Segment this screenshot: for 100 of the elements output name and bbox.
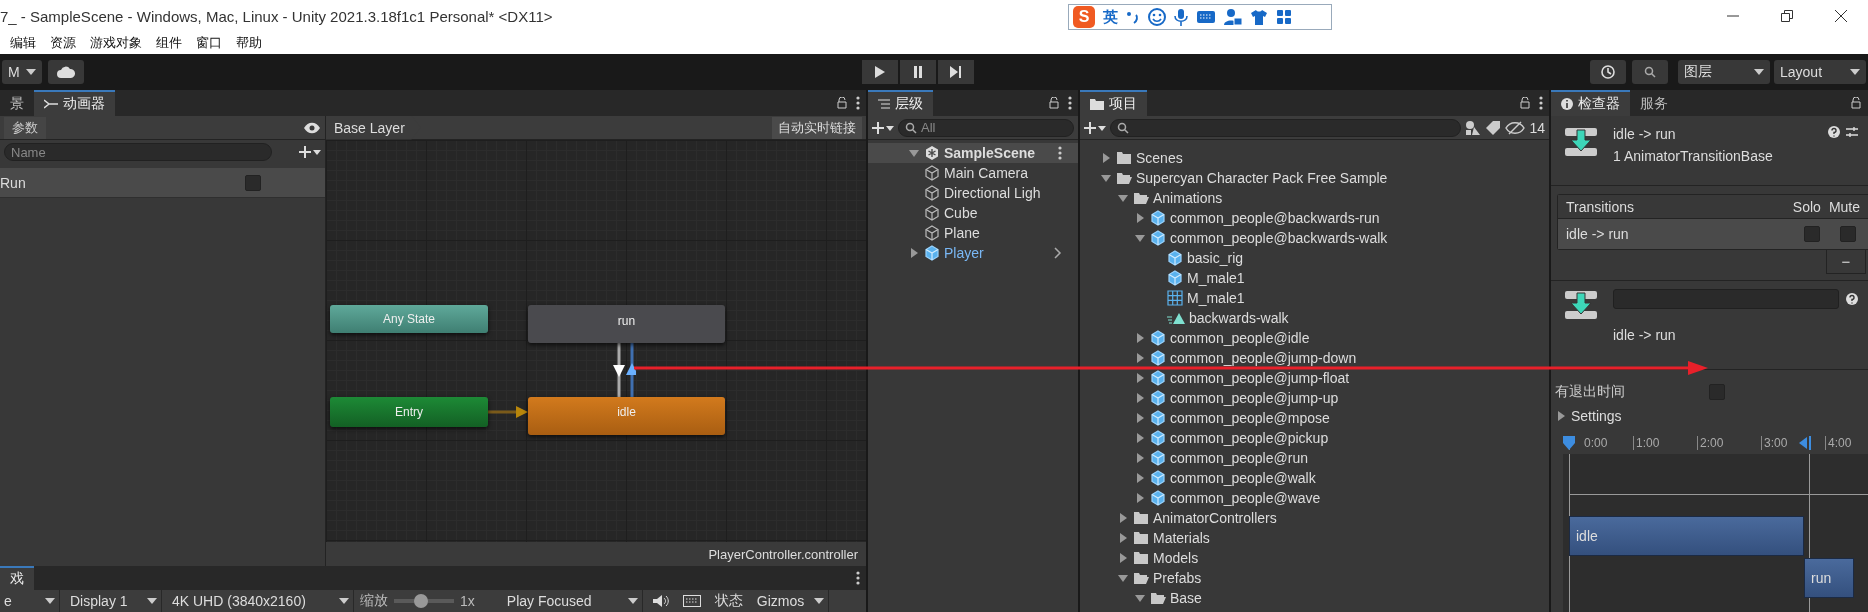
input-mode[interactable]: 英 bbox=[1103, 7, 1118, 27]
asset-name[interactable]: common_people@jump-up bbox=[1170, 390, 1339, 406]
window-tab[interactable]: 服务 bbox=[1630, 90, 1678, 116]
microphone-icon[interactable] bbox=[1174, 8, 1188, 26]
smiley-icon[interactable] bbox=[1148, 8, 1166, 26]
expand-toggle[interactable] bbox=[1134, 392, 1146, 404]
layers-dropdown[interactable]: 图层 bbox=[1678, 60, 1770, 84]
asset-name[interactable]: common_people@wave bbox=[1170, 490, 1321, 506]
layout-dropdown[interactable]: Layout bbox=[1774, 60, 1866, 84]
hierarchy-search-field[interactable]: All bbox=[898, 118, 1074, 137]
game-object-name[interactable]: Cube bbox=[944, 205, 978, 221]
asset-name[interactable]: common_people@jump-float bbox=[1170, 370, 1350, 386]
parameter-checkbox[interactable] bbox=[245, 174, 261, 191]
history-button[interactable] bbox=[1590, 60, 1626, 84]
state-node[interactable]: run bbox=[528, 305, 725, 343]
name-field[interactable] bbox=[1613, 289, 1839, 309]
game-object-name[interactable]: Player bbox=[944, 245, 984, 261]
asset-name[interactable]: common_people@backwards-walk bbox=[1170, 230, 1388, 246]
asset-name[interactable]: Materials bbox=[1153, 530, 1210, 546]
menu-item[interactable]: 游戏对象 bbox=[90, 34, 142, 52]
asset-name[interactable]: backwards-walk bbox=[1189, 310, 1289, 326]
destination-clip[interactable]: run bbox=[1804, 558, 1854, 598]
menu-item[interactable]: 组件 bbox=[156, 34, 182, 52]
asset-name[interactable]: basic_rig bbox=[1187, 250, 1244, 266]
window-tab[interactable]: 项目 bbox=[1080, 90, 1147, 116]
parameter-search-field[interactable]: Name bbox=[4, 143, 272, 161]
parameters-tab[interactable]: 参数 bbox=[4, 116, 46, 139]
source-clip[interactable]: idle bbox=[1569, 516, 1804, 556]
asset-name[interactable]: Base bbox=[1170, 590, 1202, 606]
asset-name[interactable]: common_people@run bbox=[1170, 450, 1308, 466]
slider-thumb[interactable] bbox=[414, 594, 428, 608]
play-button[interactable] bbox=[862, 60, 898, 84]
expand-toggle[interactable] bbox=[1117, 532, 1129, 544]
punctuation-icon[interactable] bbox=[1126, 9, 1140, 25]
mute-checkbox[interactable] bbox=[1840, 226, 1856, 242]
playhead-marker[interactable] bbox=[1563, 436, 1575, 450]
expand-toggle[interactable] bbox=[1134, 432, 1146, 444]
expand-toggle[interactable] bbox=[1134, 352, 1146, 364]
grid-icon[interactable] bbox=[1276, 9, 1292, 25]
expand-toggle[interactable] bbox=[1134, 592, 1146, 604]
asset-name[interactable]: common_people@mpose bbox=[1170, 410, 1330, 426]
expand-toggle[interactable] bbox=[1117, 572, 1129, 584]
pause-button[interactable] bbox=[900, 60, 936, 84]
asset-name[interactable]: Prefabs bbox=[1153, 570, 1202, 586]
state-node[interactable]: Entry bbox=[330, 397, 488, 427]
asset-name[interactable]: common_people@jump-down bbox=[1170, 350, 1357, 366]
transition-name[interactable]: idle -> run bbox=[1566, 226, 1629, 242]
keyboard-icon[interactable] bbox=[1196, 10, 1216, 24]
expand-toggle[interactable] bbox=[1100, 172, 1112, 184]
shirt-icon[interactable] bbox=[1250, 9, 1268, 25]
game-object-name[interactable]: Plane bbox=[944, 225, 980, 241]
asset-name[interactable]: common_people@idle bbox=[1170, 330, 1310, 346]
asset-name[interactable]: Animations bbox=[1153, 190, 1223, 206]
window-tab[interactable]: 层级 bbox=[868, 90, 933, 116]
expand-toggle[interactable] bbox=[1134, 412, 1146, 424]
expand-toggle[interactable] bbox=[1134, 232, 1146, 244]
expand-toggle[interactable] bbox=[908, 147, 920, 159]
project-search-field[interactable] bbox=[1110, 118, 1462, 137]
menu-item[interactable]: 帮助 bbox=[236, 34, 262, 52]
asset-name[interactable]: common_people@pickup bbox=[1170, 430, 1329, 446]
expand-toggle[interactable] bbox=[1134, 212, 1146, 224]
settings-foldout[interactable]: Settings bbox=[1571, 408, 1622, 424]
expand-toggle[interactable] bbox=[908, 247, 920, 259]
game-object-name[interactable]: Main Camera bbox=[944, 165, 1029, 181]
transition-marker[interactable] bbox=[1799, 436, 1813, 450]
window-tab[interactable]: 动画器 bbox=[34, 90, 115, 116]
hidden-eye-icon[interactable] bbox=[1505, 120, 1526, 135]
menu-item[interactable]: 编辑 bbox=[10, 34, 36, 52]
asset-name[interactable]: AnimatorControllers bbox=[1153, 510, 1277, 526]
asset-name[interactable]: Models bbox=[1153, 550, 1199, 566]
expand-toggle[interactable] bbox=[1555, 410, 1567, 422]
asset-name[interactable]: M_male1 bbox=[1187, 290, 1245, 306]
asset-name[interactable]: common_people@walk bbox=[1170, 470, 1316, 486]
solo-checkbox[interactable] bbox=[1804, 226, 1820, 242]
menu-item[interactable]: 资源 bbox=[50, 34, 76, 52]
asset-name[interactable]: Scenes bbox=[1136, 150, 1183, 166]
expand-toggle[interactable] bbox=[1117, 552, 1129, 564]
expand-toggle[interactable] bbox=[1117, 512, 1129, 524]
tag-icon[interactable] bbox=[1485, 119, 1502, 136]
asset-name[interactable]: common_people@backwards-run bbox=[1170, 210, 1380, 226]
step-button[interactable] bbox=[938, 60, 974, 84]
search-button[interactable] bbox=[1632, 60, 1668, 84]
expand-toggle[interactable] bbox=[1134, 492, 1146, 504]
cloud-button[interactable] bbox=[47, 60, 84, 84]
remove-button[interactable]: − bbox=[1826, 250, 1866, 274]
menu-item[interactable]: 窗口 bbox=[196, 34, 222, 52]
game-object-name[interactable]: Directional Ligh bbox=[944, 185, 1041, 201]
window-tab[interactable]: 戏 bbox=[0, 566, 34, 590]
filter-type-icon[interactable] bbox=[1465, 119, 1482, 136]
window-tab[interactable]: 检查器 bbox=[1551, 90, 1630, 116]
expand-toggle[interactable] bbox=[1117, 192, 1129, 204]
expand-toggle[interactable] bbox=[1134, 472, 1146, 484]
asset-name[interactable]: M_male1 bbox=[1187, 270, 1245, 286]
user-icon[interactable] bbox=[1224, 8, 1242, 26]
expand-toggle[interactable] bbox=[1100, 152, 1112, 164]
window-tab[interactable]: 景 bbox=[0, 90, 34, 116]
asset-name[interactable]: Supercyan Character Pack Free Sample bbox=[1136, 170, 1388, 186]
expand-toggle[interactable] bbox=[1134, 452, 1146, 464]
account-dropdown[interactable]: M bbox=[2, 60, 42, 84]
expand-toggle[interactable] bbox=[1134, 332, 1146, 344]
